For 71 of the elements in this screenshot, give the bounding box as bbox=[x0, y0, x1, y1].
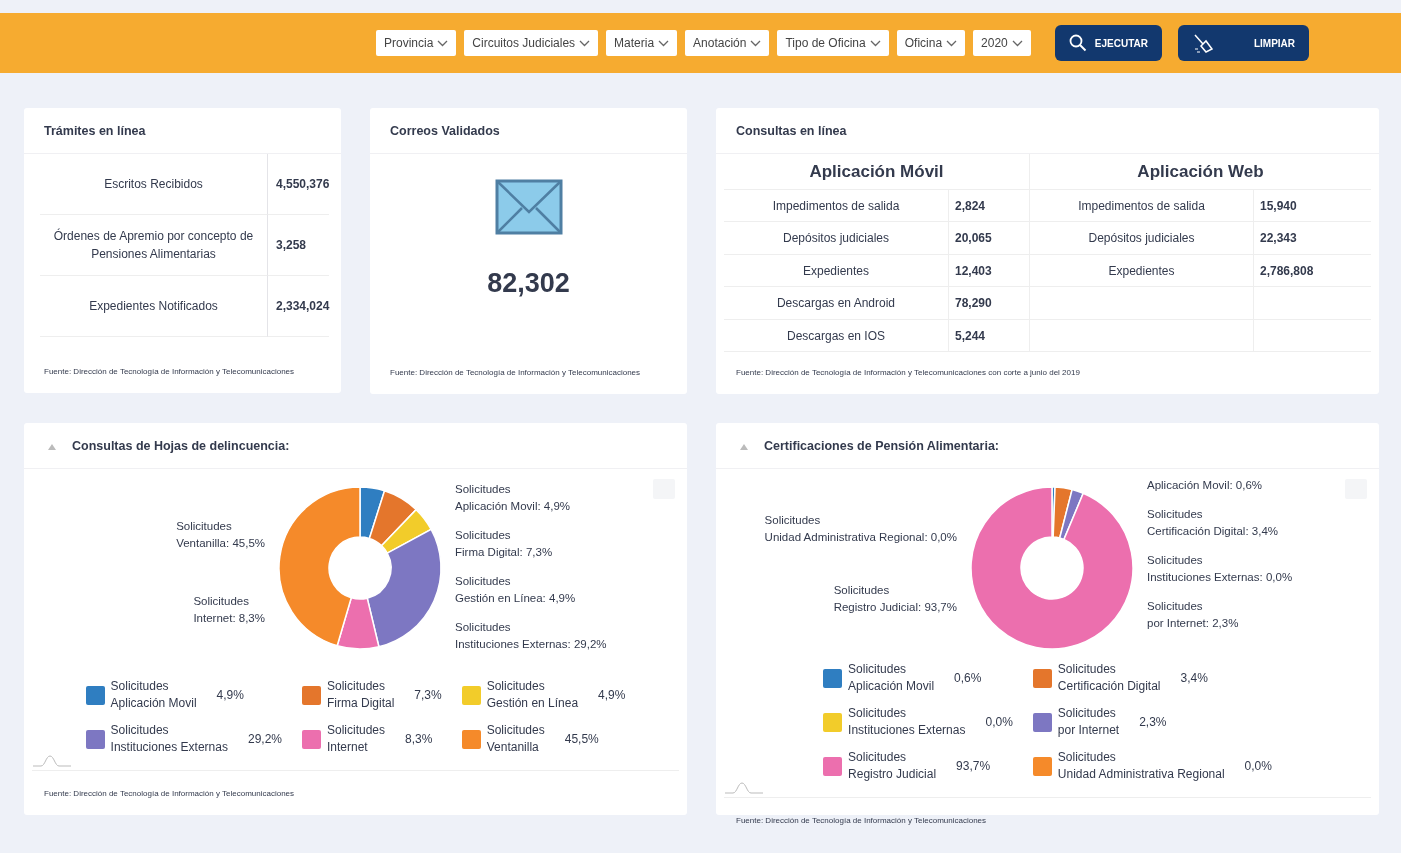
legend-label: Solicitudes Internet bbox=[327, 722, 385, 757]
data-label: Solicitudes Unidad Administrativa Regional: 0,0% bbox=[764, 513, 957, 546]
legend-label: Solicitudes Aplicación Movil bbox=[110, 678, 197, 713]
row-value: 22,343 bbox=[1260, 230, 1297, 247]
row-value: 15,940 bbox=[1260, 197, 1297, 215]
legend-value: 7,3% bbox=[414, 687, 442, 705]
data-label: Solicitudes Aplicación Movil: 4,9% bbox=[455, 482, 572, 514]
legend-value: 2,3% bbox=[1139, 714, 1167, 731]
data-label: Solicitudes Firma Digital: 7,3% bbox=[455, 528, 554, 560]
data-label: Solicitudes Ventanilla: 45,5% bbox=[176, 519, 265, 552]
row-label: Descargas en IOS bbox=[786, 327, 885, 345]
source-note: Fuente: Dirección de Tecnología de Información y Telecomunicaciones bbox=[43, 366, 296, 378]
source-note: Fuente: Dirección de Tecnología de Información y Telecomunicaciones bbox=[735, 815, 988, 827]
legend-value: 45,5% bbox=[564, 731, 599, 749]
data-label: Solicitudes Instituciones Externas: 0,0% bbox=[1147, 553, 1294, 585]
group-heading: Aplicación Web bbox=[1137, 160, 1264, 183]
row-value: 2,824 bbox=[955, 197, 986, 215]
legend-label: Solicitudes Firma Digital bbox=[327, 678, 395, 713]
row-label: Órdenes de Apremio por concepto de Pensiones Alimentarias bbox=[52, 227, 255, 263]
card-title: Consultas en línea bbox=[716, 108, 1379, 154]
row-label: Expedientes bbox=[1108, 262, 1175, 280]
data-label: Solicitudes Instituciones Externas: 29,2% bbox=[455, 620, 608, 652]
row-label: Depósitos judiciales bbox=[782, 230, 890, 247]
legend-label: Solicitudes por Internet bbox=[1057, 705, 1120, 739]
row-value: 3,258 bbox=[276, 236, 307, 254]
data-label: Solicitudes Certificación Digital: 3,4% bbox=[1147, 507, 1280, 539]
row-label: Expedientes bbox=[802, 262, 869, 280]
legend-label: Solicitudes Unidad Administrativa Regional bbox=[1057, 749, 1225, 783]
source-note: Fuente: Dirección de Tecnología de Información y Telecomunicaciones bbox=[43, 788, 296, 801]
source-note: Fuente: Dirección de Tecnología de Información y Telecomunicaciones con corte a junio del 2019 bbox=[735, 367, 1081, 380]
row-value: 2,334,024 bbox=[276, 297, 330, 315]
legend-value: 0,0% bbox=[985, 714, 1013, 731]
legend-value: 93,7% bbox=[956, 758, 991, 775]
row-value: 4,550,376 bbox=[276, 175, 330, 193]
legend-label: Solicitudes Instituciones Externas bbox=[848, 705, 966, 739]
row-value: 5,244 bbox=[955, 327, 986, 345]
row-value: 78,290 bbox=[955, 295, 992, 312]
row-value: 20,065 bbox=[955, 230, 992, 247]
card-title: Correos Validados bbox=[370, 108, 687, 154]
row-value: 12,403 bbox=[955, 262, 992, 280]
legend-value: 0,0% bbox=[1244, 758, 1272, 775]
group-heading: Aplicación Móvil bbox=[809, 160, 944, 183]
data-label: Aplicación Movil: 0,6% bbox=[1147, 478, 1264, 493]
legend-value: 4,9% bbox=[598, 687, 626, 705]
row-label: Impedimentos de salida bbox=[1078, 197, 1205, 215]
total-value: 82,302 bbox=[487, 267, 570, 298]
row-label: Expedientes Notificados bbox=[89, 297, 218, 315]
legend-value: 8,3% bbox=[405, 731, 433, 749]
data-label: Solicitudes por Internet: 2,3% bbox=[1147, 599, 1240, 631]
legend-value: 29,2% bbox=[247, 731, 282, 749]
data-label: Solicitudes Gestión en Línea: 4,9% bbox=[455, 574, 577, 606]
legend-value: 3,4% bbox=[1180, 670, 1208, 687]
legend-label: Solicitudes Instituciones Externas bbox=[110, 722, 228, 757]
row-label: Descargas en Android bbox=[776, 295, 896, 312]
legend-label: Solicitudes Ventanilla bbox=[486, 722, 545, 757]
data-label: Solicitudes Registro Judicial: 93,7% bbox=[833, 582, 957, 615]
card-title: Trámites en línea bbox=[24, 108, 341, 154]
legend-value: 4,9% bbox=[216, 687, 244, 705]
legend-label: Solicitudes Registro Judicial bbox=[848, 749, 937, 783]
source-note: Fuente: Dirección de Tecnología de Información y Telecomunicaciones bbox=[389, 367, 642, 380]
row-label: Depósitos judiciales bbox=[1088, 230, 1195, 247]
data-label: Solicitudes Internet: 8,3% bbox=[193, 594, 265, 627]
legend-label: Solicitudes Gestión en Línea bbox=[486, 678, 579, 713]
row-label: Escritos Recibidos bbox=[104, 175, 203, 193]
row-value: 2,786,808 bbox=[1260, 262, 1314, 280]
legend-value: 0,6% bbox=[954, 670, 982, 687]
card-title: Consultas de Hojas de delincuencia: bbox=[72, 438, 290, 456]
card-title: Certificaciones de Pensión Alimentaria: bbox=[764, 438, 1000, 456]
row-label: Impedimentos de salida bbox=[772, 197, 900, 215]
legend-label: Solicitudes Certificación Digital bbox=[1057, 661, 1161, 695]
legend-label: Solicitudes Aplicación Movil bbox=[848, 661, 935, 695]
